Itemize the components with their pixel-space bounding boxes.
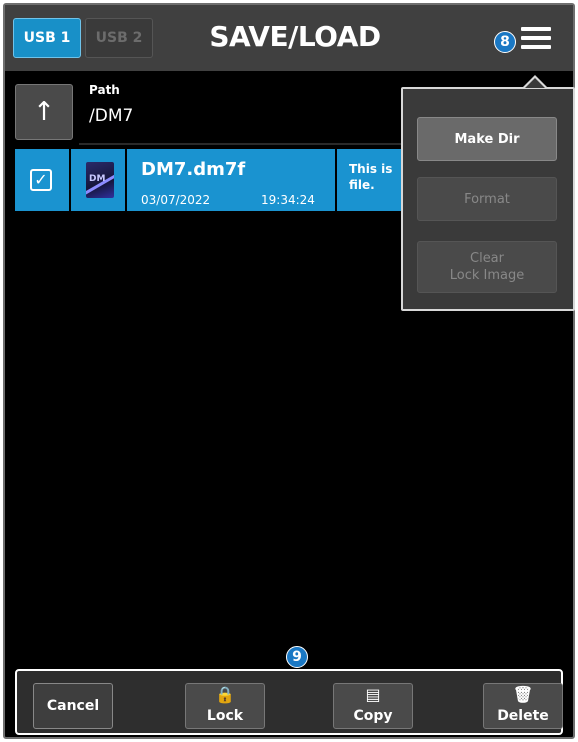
file-name: DM7.dm7f — [141, 159, 246, 180]
path-value: /DM7 — [89, 106, 134, 126]
delete-button[interactable]: 🗑 Delete — [483, 683, 563, 729]
file-comment-cell: This is file. — [335, 149, 405, 211]
file-icon-cell: DM — [73, 149, 127, 211]
file-comment: This is file. — [349, 162, 393, 192]
lock-label: Lock — [206, 708, 244, 724]
menu-dropdown: Make Dir Format Clear Lock Image — [401, 87, 575, 311]
delete-label: Delete — [497, 708, 549, 724]
select-cell[interactable]: ✓ — [15, 149, 71, 211]
save-load-window: USB 1 USB 2 SAVE/LOAD ↑ Path /DM7 ✓ DM D… — [3, 3, 575, 739]
file-checkbox[interactable]: ✓ — [30, 169, 52, 191]
bottom-toolbar: Cancel 🔒 Lock ▤ Copy 🗑 Delete — [15, 669, 563, 735]
arrow-up-icon: ↑ — [33, 97, 55, 127]
file-date: 03/07/2022 — [141, 193, 211, 207]
file-time: 19:34:24 — [261, 193, 315, 207]
header-bar: USB 1 USB 2 SAVE/LOAD — [5, 5, 573, 71]
clear-lock-image-button[interactable]: Clear Lock Image — [417, 241, 557, 293]
copy-button[interactable]: ▤ Copy — [333, 683, 413, 729]
lock-icon: 🔒 — [215, 685, 235, 704]
tab-usb1[interactable]: USB 1 — [13, 18, 81, 58]
file-list-item[interactable]: ✓ DM DM7.dm7f 03/07/2022 19:34:24 This i… — [15, 149, 405, 211]
hamburger-menu-icon[interactable] — [521, 27, 551, 51]
callout-badge-8: 8 — [494, 31, 516, 53]
parent-directory-button[interactable]: ↑ — [15, 84, 73, 140]
copy-label: Copy — [353, 708, 393, 724]
cancel-label: Cancel — [46, 698, 100, 714]
cancel-button[interactable]: Cancel — [33, 683, 113, 729]
path-label: Path — [89, 83, 120, 97]
callout-badge-9: 9 — [286, 646, 308, 668]
copy-icon: ▤ — [365, 685, 381, 704]
tab-usb2[interactable]: USB 2 — [85, 18, 153, 58]
trash-icon: 🗑 — [512, 685, 534, 704]
make-dir-button[interactable]: Make Dir — [417, 117, 557, 161]
menu-pointer-inner — [525, 78, 545, 88]
format-button[interactable]: Format — [417, 177, 557, 221]
page-title: SAVE/LOAD — [209, 20, 381, 53]
dm7-file-icon: DM — [86, 162, 114, 198]
checkmark-icon: ✓ — [34, 170, 48, 189]
lock-button[interactable]: 🔒 Lock — [185, 683, 265, 729]
